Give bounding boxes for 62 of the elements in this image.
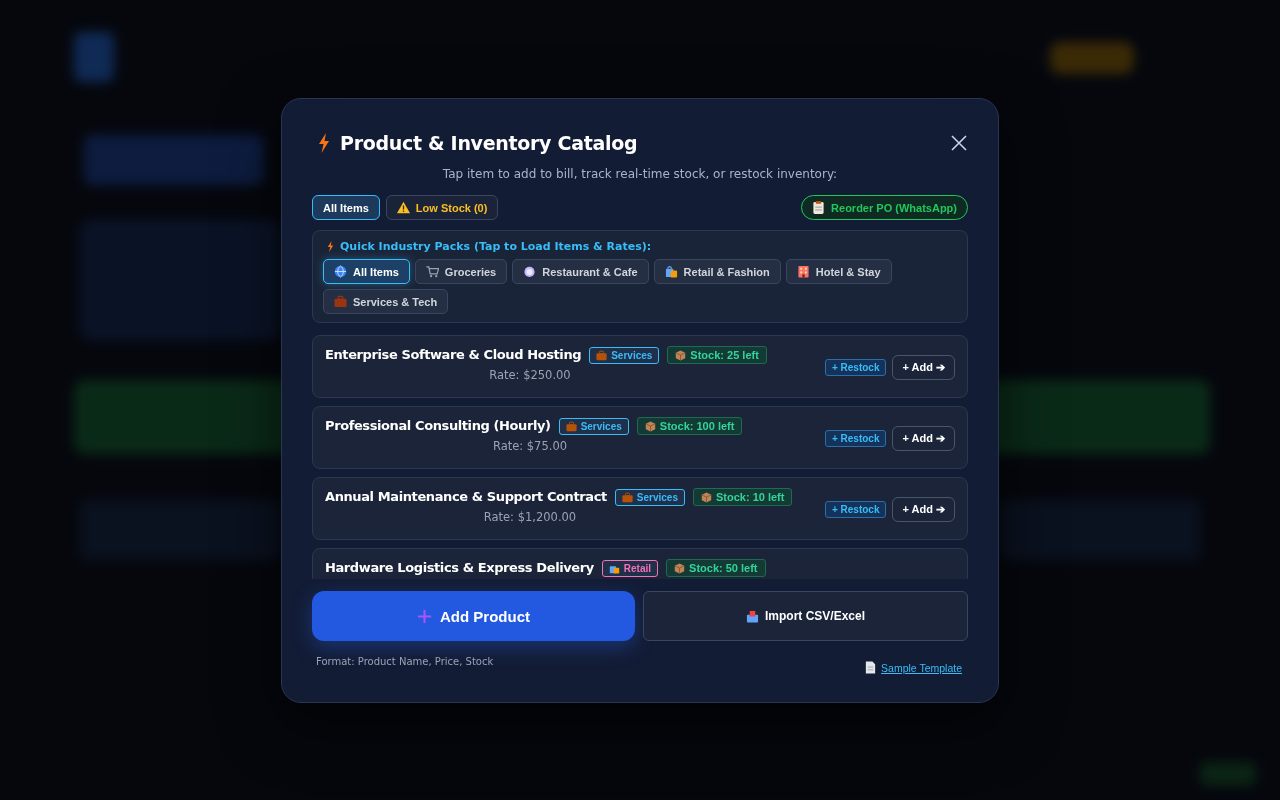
product-name: Enterprise Software & Cloud Hosting: [325, 347, 582, 363]
hotel-icon: [796, 265, 810, 278]
product-rate: Rate: $1,200.00: [482, 510, 578, 524]
product-card[interactable]: Annual Maintenance & Support Contract Services Stock: 10 left Rate: $1,200.00 + Restock + Add ➔: [312, 477, 968, 540]
industry-pack-chip[interactable]: Groceries: [414, 259, 508, 284]
stock-badge: Stock: 100 left: [636, 417, 743, 435]
category-tag: Retail: [601, 559, 659, 577]
product-name: Hardware Logistics & Express Delivery: [325, 560, 594, 576]
product-card[interactable]: Enterprise Software & Cloud Hosting Services Stock: 25 left Rate: $250.00 + Restock + Add ➔: [312, 335, 968, 398]
product-card[interactable]: Professional Consulting (Hourly) Services Stock: 100 left Rate: $75.00 + Restock + Add ➔: [312, 406, 968, 469]
inbox-icon: [746, 609, 759, 623]
stock-badge: Stock: 50 left: [666, 559, 766, 577]
briefcase-icon: [565, 420, 577, 432]
filter-tab[interactable]: All Items: [312, 195, 380, 220]
industry-pack-chip[interactable]: Services & Tech: [323, 289, 449, 314]
industry-pack-chip[interactable]: Restaurant & Cafe: [512, 259, 649, 284]
shopping-bags-icon: [664, 265, 678, 278]
dialog-subtitle: Tap item to add to bill, track real-time stock, or restock inventory:: [441, 167, 839, 181]
lightning-icon: [318, 133, 330, 153]
add-button[interactable]: + Add ➔: [892, 355, 955, 380]
reorder-button[interactable]: Reorder PO (WhatsApp): [801, 195, 968, 220]
plate-icon: [523, 265, 537, 278]
box-icon: [675, 349, 687, 361]
restock-button[interactable]: + Restock: [824, 501, 887, 518]
document-icon: [864, 661, 878, 674]
product-rate: Rate: $250.00: [488, 368, 572, 382]
box-icon: [644, 420, 656, 432]
sample-template-link[interactable]: Sample Template: [864, 661, 962, 674]
restock-button[interactable]: + Restock: [824, 359, 887, 376]
add-product-button[interactable]: Add Product: [312, 591, 635, 641]
import-button[interactable]: Import CSV/Excel: [643, 591, 968, 641]
industry-pack-chip[interactable]: Hotel & Stay: [785, 259, 892, 284]
product-name: Professional Consulting (Hourly): [325, 418, 551, 434]
dialog-title: Product & Inventory Catalog: [340, 132, 639, 154]
format-note: Format: Product Name, Price, Stock: [316, 656, 494, 667]
box-icon: [700, 491, 712, 503]
globe-icon: [334, 265, 347, 278]
close-button[interactable]: [950, 134, 968, 152]
briefcase-icon: [334, 295, 347, 308]
warning-icon: [396, 201, 410, 214]
filter-tab[interactable]: Low Stock (0): [385, 195, 499, 220]
packs-heading: Quick Industry Packs (Tap to Load Items & Rates):: [340, 240, 652, 253]
industry-pack-chip[interactable]: All Items: [323, 259, 410, 284]
plus-icon: [417, 608, 432, 624]
category-tag: Services: [558, 417, 629, 435]
add-button[interactable]: + Add ➔: [892, 426, 955, 451]
box-icon: [674, 562, 686, 574]
product-card[interactable]: Hardware Logistics & Express Delivery Retail Stock: 50 left: [312, 548, 968, 579]
clipboard-icon: [812, 201, 826, 214]
cart-icon: [425, 265, 439, 278]
briefcase-icon: [596, 349, 608, 361]
restock-button[interactable]: + Restock: [824, 430, 887, 447]
stock-badge: Stock: 10 left: [692, 488, 793, 506]
add-button[interactable]: + Add ➔: [892, 497, 955, 522]
product-name: Annual Maintenance & Support Contract: [325, 489, 607, 505]
lightning-icon: [327, 241, 334, 252]
briefcase-icon: [621, 491, 633, 503]
category-tag: Services: [589, 346, 660, 364]
product-rate: Rate: $75.00: [491, 439, 569, 453]
stock-badge: Stock: 25 left: [667, 346, 767, 364]
industry-pack-chip[interactable]: Retail & Fashion: [653, 259, 781, 284]
category-tag: Services: [614, 488, 685, 506]
